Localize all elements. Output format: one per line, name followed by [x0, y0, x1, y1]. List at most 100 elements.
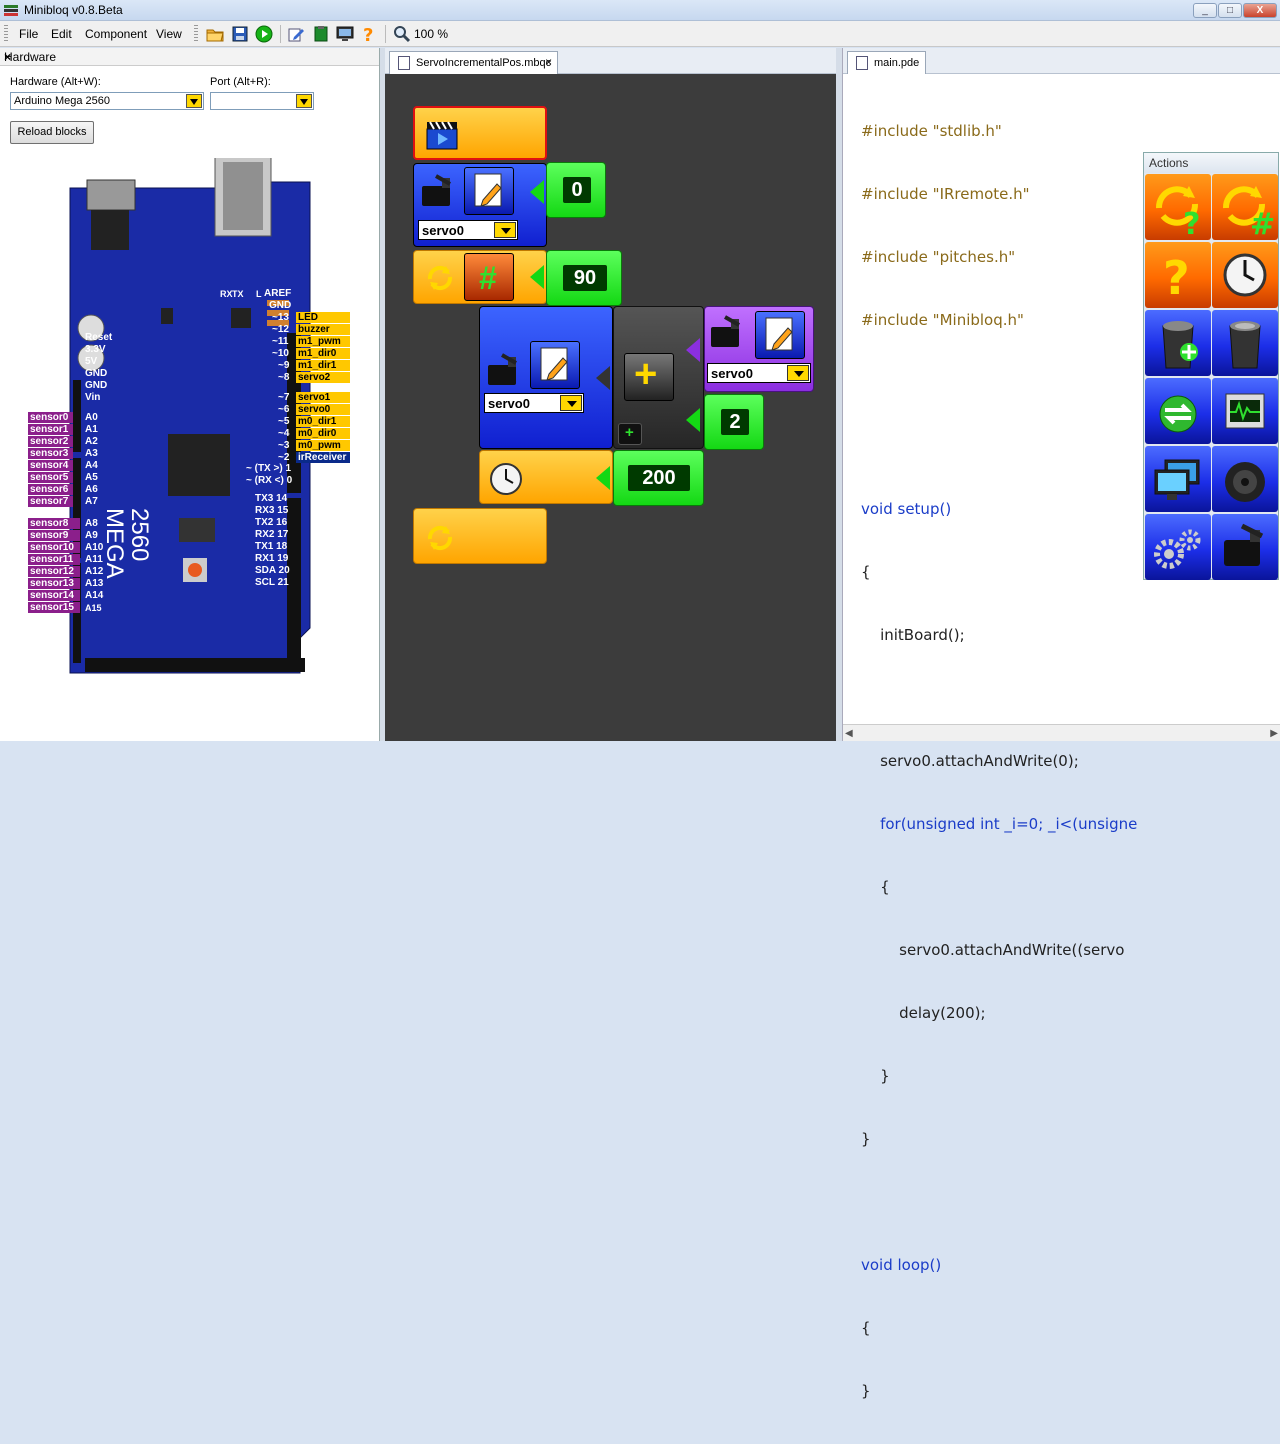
reload-blocks-button[interactable]: Reload blocks — [10, 121, 94, 144]
menu-component[interactable]: Component — [85, 27, 147, 41]
action-comm-button[interactable] — [1145, 378, 1211, 444]
action-servo-button[interactable] — [1212, 514, 1278, 580]
action-display-button[interactable] — [1145, 446, 1211, 512]
code-line: servo0.attachAndWrite(0); — [861, 752, 1079, 770]
hardware-label: Hardware (Alt+W): — [10, 76, 101, 88]
analog-tag[interactable]: sensor14 — [28, 590, 80, 601]
servo-set-block-1[interactable]: servo0 — [413, 163, 547, 247]
hardware-select[interactable]: Arduino Mega 2560 — [10, 92, 204, 110]
number-block-2[interactable]: 2 — [704, 394, 764, 450]
loop-icon — [427, 525, 453, 551]
delay-block[interactable] — [479, 450, 613, 504]
digital-tag[interactable]: servo0 — [296, 404, 350, 415]
analog-tag[interactable]: sensor7 — [28, 496, 73, 507]
action-speaker-button[interactable] — [1212, 446, 1278, 512]
start-block[interactable] — [413, 106, 547, 160]
horizontal-scrollbar[interactable]: ◀ ▶ — [843, 724, 1280, 741]
action-if-button[interactable]: ? — [1145, 242, 1211, 308]
analog-tag[interactable]: sensor4 — [28, 460, 73, 471]
digital-tag[interactable]: m0_pwm — [296, 440, 350, 451]
repeat-block[interactable]: # — [413, 250, 547, 304]
scroll-right-icon[interactable]: ▶ — [1270, 728, 1278, 739]
action-variable-clear-button[interactable] — [1212, 310, 1278, 376]
tab-main-pde[interactable]: main.pde × — [847, 51, 927, 74]
chevron-down-icon[interactable] — [787, 365, 809, 381]
tab-servo-incremental[interactable]: ServoIncrementalPos.mbqc × — [389, 51, 559, 74]
close-window-button[interactable]: X — [1243, 3, 1277, 18]
scope-icon — [1225, 393, 1265, 429]
chip-label-tx: TX — [232, 289, 244, 299]
servo-read-block[interactable]: servo0 — [704, 306, 814, 392]
save-icon[interactable] — [230, 24, 250, 44]
loop-end-block[interactable] — [413, 508, 547, 564]
action-variable-set-button[interactable] — [1145, 310, 1211, 376]
run-icon[interactable] — [254, 24, 274, 44]
board-name-line2: 2560 — [126, 508, 153, 562]
code-text[interactable]: #include "stdlib.h" #include "IRremote.h… — [861, 79, 1137, 1444]
close-hardware-panel-icon[interactable]: × — [4, 50, 373, 64]
toolbar-grip-2 — [194, 25, 198, 43]
analog-tag[interactable]: sensor12 — [28, 566, 80, 577]
close-tab-icon[interactable]: × — [545, 55, 552, 69]
analog-tag[interactable]: sensor15 — [28, 602, 80, 613]
edit-pencil-icon[interactable] — [286, 24, 306, 44]
component-icon[interactable] — [311, 24, 331, 44]
analog-tag[interactable]: sensor8 — [28, 518, 80, 529]
hardware-monitor-icon[interactable] — [335, 24, 355, 44]
digital-tag[interactable]: m1_dir1 — [296, 360, 350, 371]
digital-tag[interactable]: buzzer — [296, 324, 350, 335]
servo-select-1[interactable]: servo0 — [418, 220, 518, 240]
zoom-icon[interactable] — [392, 24, 412, 44]
analog-tag[interactable]: sensor2 — [28, 436, 73, 447]
digital-tag[interactable]: LED — [296, 312, 350, 323]
chevron-down-icon[interactable] — [296, 94, 312, 108]
app-logo-icon — [4, 5, 18, 16]
analog-tag[interactable]: sensor9 — [28, 530, 80, 541]
analog-tag[interactable]: sensor0 — [28, 412, 73, 423]
scroll-left-icon[interactable]: ◀ — [845, 728, 853, 739]
add-input-icon[interactable]: + — [618, 423, 642, 445]
digital-tag[interactable]: m1_pwm — [296, 336, 350, 347]
action-delay-button[interactable] — [1212, 242, 1278, 308]
servo-select-3[interactable]: servo0 — [707, 363, 811, 383]
port-select[interactable] — [210, 92, 314, 110]
number-block-0[interactable]: 0 — [546, 162, 606, 218]
minimize-button[interactable]: _ — [1193, 3, 1217, 18]
analog-tag[interactable]: sensor3 — [28, 448, 73, 459]
menu-file[interactable]: File — [19, 27, 38, 41]
maximize-button[interactable]: □ — [1218, 3, 1242, 18]
analog-tag[interactable]: sensor11 — [28, 554, 80, 565]
action-repeat-button[interactable]: # — [1212, 174, 1278, 242]
digital-tag[interactable]: servo2 — [296, 372, 350, 383]
number-block-200[interactable]: 200 — [613, 450, 704, 506]
servo-set-block-2[interactable]: servo0 — [479, 306, 613, 449]
action-oscilloscope-button[interactable] — [1212, 378, 1278, 444]
digital-tag[interactable]: irReceiver — [296, 452, 350, 463]
number-block-90[interactable]: 90 — [546, 250, 622, 306]
code-line: void setup() — [861, 500, 952, 518]
digital-tag[interactable]: m1_dir0 — [296, 348, 350, 359]
chevron-down-icon[interactable] — [186, 94, 202, 108]
zoom-level[interactable]: 100 % — [414, 27, 448, 41]
analog-tag[interactable]: sensor5 — [28, 472, 73, 483]
menu-view[interactable]: View — [156, 27, 182, 41]
analog-tag[interactable]: sensor6 — [28, 484, 73, 495]
analog-tag[interactable]: sensor1 — [28, 424, 73, 435]
block-canvas[interactable]: ServoIncrementalPos.mbqc × servo0 0 # 90 — [385, 48, 836, 741]
action-while-button[interactable]: ? — [1145, 174, 1211, 242]
svg-text:?: ? — [1183, 207, 1200, 240]
analog-tag[interactable]: sensor10 — [28, 542, 80, 553]
code-line: #include "pitches.h" — [861, 248, 1016, 266]
action-motors-button[interactable] — [1145, 514, 1211, 580]
help-icon[interactable]: ? — [359, 24, 379, 44]
analog-tag[interactable]: sensor13 — [28, 578, 80, 589]
digital-tag[interactable]: servo1 — [296, 392, 350, 403]
chevron-down-icon[interactable] — [494, 222, 516, 238]
open-folder-icon[interactable] — [205, 24, 225, 44]
chevron-down-icon[interactable] — [560, 395, 582, 411]
digital-tag[interactable]: m0_dir0 — [296, 428, 350, 439]
servo-icon — [488, 353, 517, 385]
servo-select-2[interactable]: servo0 — [484, 393, 584, 413]
menu-edit[interactable]: Edit — [51, 27, 72, 41]
digital-tag[interactable]: m0_dir1 — [296, 416, 350, 427]
